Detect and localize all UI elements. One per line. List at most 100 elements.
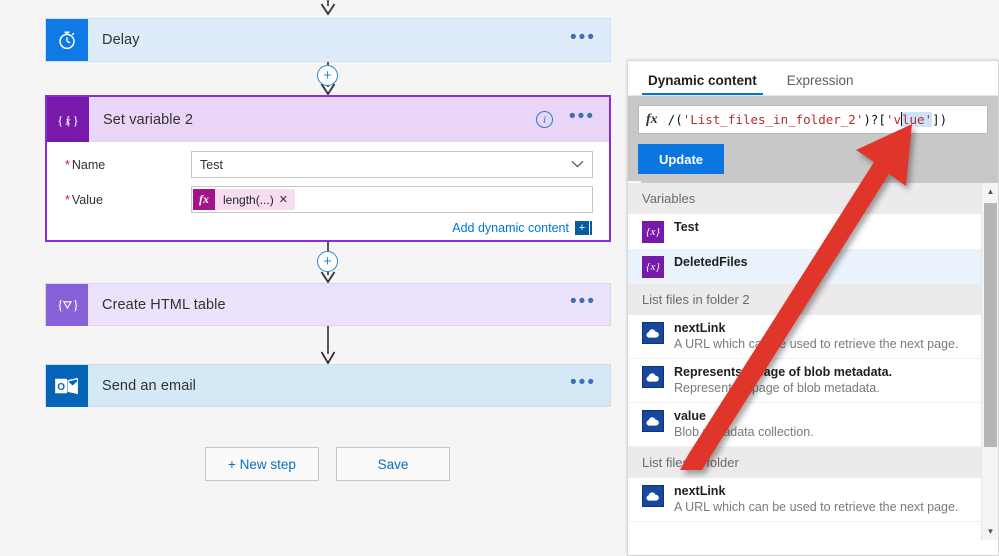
flow-step-title: Create HTML table	[102, 296, 226, 313]
dynamic-content-group-header: List files in folder	[628, 447, 981, 478]
dynamic-content-item-description: Represents a page of blob metadata.	[674, 381, 880, 395]
dynamic-content-item[interactable]: Represents a page of blob metadata. Repre…	[628, 359, 981, 403]
svg-text:}: }	[72, 297, 79, 312]
name-field-row: * Name Test	[57, 151, 593, 178]
insert-step-button-1[interactable]: +	[317, 65, 338, 86]
svg-text:{: {	[57, 297, 64, 312]
token-label: length(...)	[223, 192, 274, 207]
dynamic-content-item-texts: Test	[674, 220, 969, 235]
dynamic-content-item[interactable]: {x} Test	[628, 214, 981, 249]
add-dynamic-content-plus-icon[interactable]: +	[575, 221, 589, 235]
variable-icon: {x}	[642, 221, 664, 243]
dynamic-content-list: Variables {x} Test {x} DeletedFiles List file…	[628, 183, 981, 522]
svg-text:O: O	[57, 382, 65, 393]
flow-step-send-an-email[interactable]: O Send an email •••	[45, 364, 611, 407]
expr-string-2-pre: 'v	[885, 112, 901, 127]
close-icon[interactable]: ✕	[279, 193, 295, 206]
value-field-row: * Value fx length(...) ✕	[57, 186, 593, 213]
dynamic-content-panel: ‹ Dynamic content Expression fx /('List_…	[627, 60, 999, 556]
svg-text:x: x	[65, 115, 71, 127]
scroll-up-arrow-icon[interactable]: ▲	[982, 183, 998, 200]
azure-blob-icon	[642, 410, 664, 432]
required-star: *	[65, 192, 70, 207]
variable-icon: {x}	[642, 256, 664, 278]
add-dynamic-content-bar	[590, 221, 592, 235]
dynamic-content-item-texts: nextLink A URL which can be used to retri…	[674, 321, 969, 352]
new-step-button[interactable]: + New step	[205, 447, 319, 481]
flow-step-set-variable-2[interactable]: { x } { Set variable 2 i ••• *Name Test	[45, 95, 611, 242]
info-icon[interactable]: i	[536, 111, 554, 128]
dynamic-content-item-description: A URL which can be used to retrieve the …	[674, 337, 959, 351]
variable-icon: { x } {	[47, 97, 89, 142]
update-button[interactable]: Update	[638, 144, 724, 174]
plus-glyph: +	[323, 253, 332, 270]
update-row: Update	[628, 144, 998, 183]
dynamic-content-item-texts: Represents a page of blob metadata. Repre…	[674, 365, 969, 396]
flow-step-delay[interactable]: Delay •••	[45, 18, 611, 62]
tab-dynamic-content[interactable]: Dynamic content	[642, 73, 763, 95]
dynamic-content-item[interactable]: {x} DeletedFiles	[628, 249, 981, 284]
timer-icon	[46, 19, 88, 61]
add-dynamic-content-row: Add dynamic content +	[57, 221, 593, 235]
expression-editor-area: fx /('List_files_in_folder_2')?['vlue'])	[628, 96, 998, 144]
svg-text:{: {	[57, 112, 63, 127]
add-dynamic-content-link[interactable]: Add dynamic content	[452, 221, 569, 235]
expr-mid: )?[	[863, 112, 886, 127]
dynamic-content-item-name: Test	[674, 220, 699, 234]
azure-blob-icon	[642, 366, 664, 388]
chevron-down-icon[interactable]	[571, 159, 584, 171]
expression-token[interactable]: fx length(...) ✕	[193, 189, 295, 210]
dynamic-content-item[interactable]: value Blob metadata collection.	[628, 403, 981, 447]
dynamic-content-item-description: Blob metadata collection.	[674, 425, 814, 439]
connector-html-to-email	[317, 326, 339, 366]
expr-prefix: /(	[667, 112, 683, 127]
set-variable-header[interactable]: { x } { Set variable 2 i •••	[47, 97, 609, 142]
dynamic-content-item-texts: DeletedFiles	[674, 255, 969, 270]
name-field-label: * Name	[65, 157, 106, 172]
insert-step-button-2[interactable]: +	[317, 251, 338, 272]
expr-string-2-selected: lue'	[902, 112, 933, 127]
svg-text:}: }	[73, 112, 79, 127]
required-star: *	[65, 157, 70, 172]
step-menu-button[interactable]: •••	[570, 292, 610, 311]
outlook-icon: O	[46, 364, 88, 407]
expression-input[interactable]: fx /('List_files_in_folder_2')?['vlue'])	[638, 105, 988, 134]
dynamic-content-item-description: A URL which can be used to retrieve the …	[674, 500, 959, 514]
save-button[interactable]: Save	[336, 447, 450, 481]
expr-string-1: 'List_files_in_folder_2'	[682, 112, 864, 127]
dynamic-content-item-name: value	[674, 409, 706, 423]
data-operations-icon: { }	[46, 283, 88, 326]
flow-step-create-html-table[interactable]: { } Create HTML table •••	[45, 283, 611, 326]
fx-icon: fx	[646, 111, 658, 127]
dynamic-content-item-name: Represents a page of blob metadata.	[674, 365, 893, 379]
dynamic-content-item-texts: nextLink A URL which can be used to retri…	[674, 484, 969, 515]
value-field-label: * Value	[65, 192, 103, 207]
flow-step-title: Set variable 2	[103, 111, 194, 128]
scroll-down-arrow-icon[interactable]: ▼	[982, 523, 998, 540]
step-menu-button[interactable]: •••	[570, 373, 610, 392]
fx-icon: fx	[193, 189, 215, 210]
connector-arrow-top	[317, 0, 339, 16]
dynamic-content-group-header: Variables	[628, 183, 981, 214]
scrollbar-thumb[interactable]	[984, 203, 997, 447]
dynamic-content-item[interactable]: nextLink A URL which can be used to retri…	[628, 315, 981, 359]
step-menu-button[interactable]: •••	[570, 28, 610, 47]
flow-designer-canvas: Delay ••• + { x } { Set variable 2 i •••…	[0, 0, 620, 556]
flow-step-title: Send an email	[102, 377, 196, 394]
name-input[interactable]: Test	[191, 151, 593, 178]
dynamic-content-item-name: nextLink	[674, 321, 726, 335]
panel-scrollbar[interactable]: ▲ ▼	[981, 183, 998, 540]
tab-expression[interactable]: Expression	[781, 73, 860, 95]
expr-suffix: ])	[932, 112, 948, 127]
dynamic-content-item-name: DeletedFiles	[674, 255, 748, 269]
flow-step-title: Delay	[102, 32, 140, 48]
step-menu-button[interactable]: •••	[569, 107, 609, 126]
dynamic-content-group-header: List files in folder 2	[628, 284, 981, 315]
expression-text: /('List_files_in_folder_2')?['vlue'])	[667, 112, 948, 127]
value-input[interactable]: fx length(...) ✕	[191, 186, 593, 213]
dynamic-content-item-name: nextLink	[674, 484, 726, 498]
plus-glyph: +	[323, 67, 332, 84]
azure-blob-icon	[642, 322, 664, 344]
azure-blob-icon	[642, 485, 664, 507]
dynamic-content-item[interactable]: nextLink A URL which can be used to retri…	[628, 478, 981, 522]
